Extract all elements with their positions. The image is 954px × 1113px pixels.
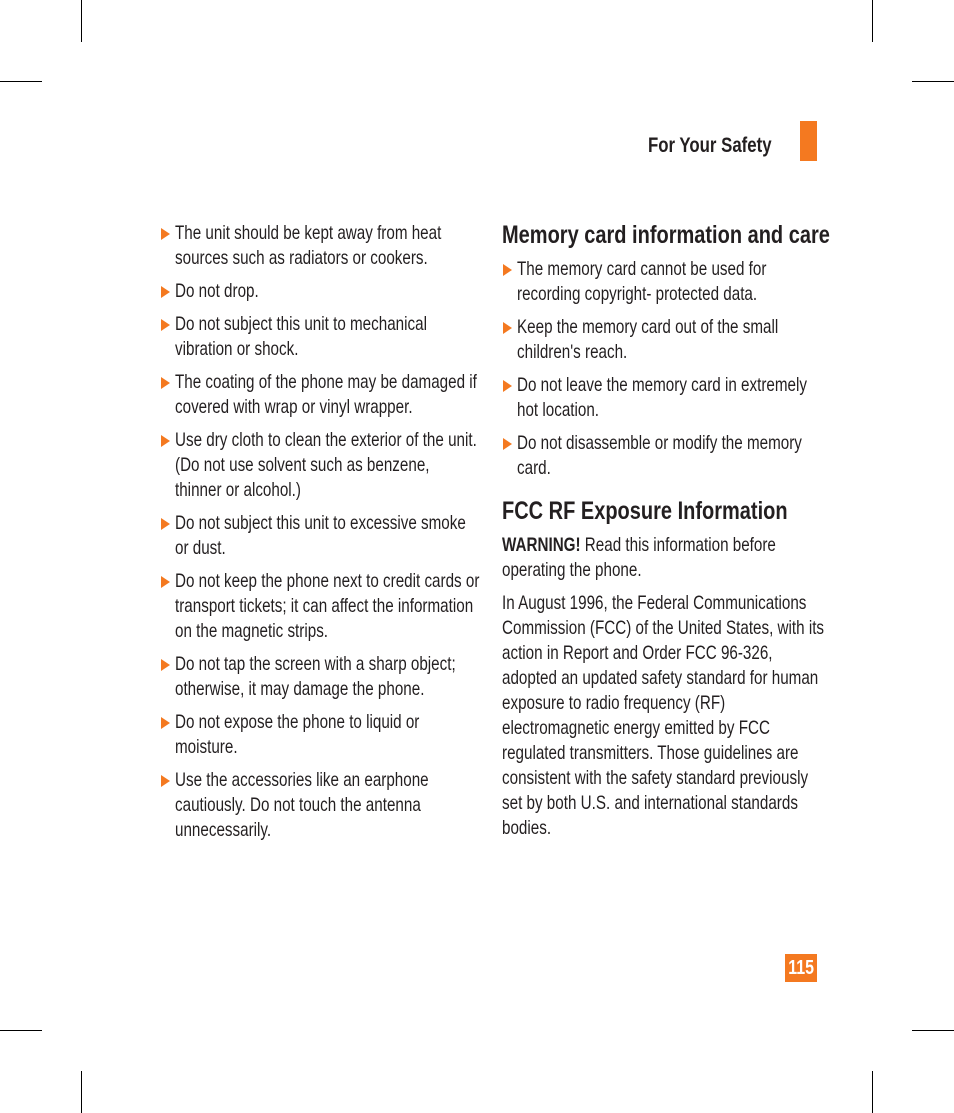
bullet-triangle-icon: [161, 659, 170, 671]
bullet-item: The unit should be kept away from heat s…: [160, 221, 480, 271]
bullet-text: Do not tap the screen with a sharp objec…: [175, 653, 456, 700]
bullet-text: Use dry cloth to clean the exterior of t…: [175, 429, 477, 501]
bullet-text: Do not subject this unit to excessive sm…: [175, 512, 466, 559]
bullet-text: The coating of the phone may be damaged …: [175, 371, 477, 418]
bullet-item: Do not disassemble or modify the memory …: [502, 431, 832, 481]
header-accent-bar: [800, 121, 817, 161]
crop-mark: [81, 0, 82, 42]
left-column: The unit should be kept away from heat s…: [160, 221, 480, 851]
bullet-item: Do not drop.: [160, 279, 480, 304]
right-column: Memory card information and care The mem…: [502, 221, 832, 849]
bullet-triangle-icon: [161, 228, 170, 240]
bullet-item: Do not subject this unit to excessive sm…: [160, 511, 480, 561]
crop-mark: [872, 0, 873, 42]
memory-card-heading: Memory card information and care: [502, 221, 830, 249]
bullet-item: Do not keep the phone next to credit car…: [160, 569, 480, 644]
bullet-text: Do not expose the phone to liquid or moi…: [175, 711, 420, 758]
section-header-title: For Your Safety: [648, 134, 772, 157]
bullet-item: Use dry cloth to clean the exterior of t…: [160, 428, 480, 503]
crop-mark: [0, 1030, 42, 1031]
bullet-text: Do not drop.: [175, 280, 259, 302]
bullet-item: Do not expose the phone to liquid or moi…: [160, 710, 480, 760]
crop-mark: [912, 81, 954, 82]
bullet-text: Do not leave the memory card in extremel…: [517, 374, 807, 421]
bullet-triangle-icon: [161, 319, 170, 331]
bullet-item: The memory card cannot be used for recor…: [502, 257, 832, 307]
bullet-triangle-icon: [161, 377, 170, 389]
bullet-triangle-icon: [161, 576, 170, 588]
bullet-text: Keep the memory card out of the small ch…: [517, 316, 779, 363]
bullet-item: Do not tap the screen with a sharp objec…: [160, 652, 480, 702]
warning-label: WARNING!: [502, 534, 581, 556]
bullet-text: The unit should be kept away from heat s…: [175, 222, 442, 269]
memory-card-bullet-list: The memory card cannot be used for recor…: [502, 257, 832, 481]
bullet-item: Use the accessories like an earphone cau…: [160, 768, 480, 843]
bullet-triangle-icon: [161, 435, 170, 447]
bullet-item: The coating of the phone may be damaged …: [160, 370, 480, 420]
fcc-paragraph: In August 1996, the Federal Communicatio…: [502, 592, 825, 839]
bullet-item: Do not subject this unit to mechanical v…: [160, 312, 480, 362]
bullet-text: The memory card cannot be used for recor…: [517, 258, 767, 305]
crop-mark: [0, 81, 42, 82]
bullet-triangle-icon: [161, 286, 170, 298]
fcc-warning: WARNING! Read this information before op…: [502, 533, 832, 583]
crop-mark: [81, 1071, 82, 1113]
bullet-text: Do not keep the phone next to credit car…: [175, 570, 480, 642]
bullet-triangle-icon: [161, 717, 170, 729]
bullet-text: Use the accessories like an earphone cau…: [175, 769, 429, 841]
bullet-item: Keep the memory card out of the small ch…: [502, 315, 832, 365]
bullet-item: Do not leave the memory card in extremel…: [502, 373, 832, 423]
fcc-heading: FCC RF Exposure Information: [502, 497, 788, 525]
page-number: 115: [785, 954, 817, 982]
bullet-text: Do not subject this unit to mechanical v…: [175, 313, 427, 360]
crop-mark: [872, 1071, 873, 1113]
bullet-triangle-icon: [503, 438, 512, 450]
crop-mark: [912, 1030, 954, 1031]
bullet-triangle-icon: [161, 518, 170, 530]
bullet-triangle-icon: [503, 322, 512, 334]
bullet-text: Do not disassemble or modify the memory …: [517, 432, 802, 479]
bullet-triangle-icon: [503, 264, 512, 276]
bullet-triangle-icon: [503, 380, 512, 392]
safety-bullet-list: The unit should be kept away from heat s…: [160, 221, 480, 843]
bullet-triangle-icon: [161, 775, 170, 787]
